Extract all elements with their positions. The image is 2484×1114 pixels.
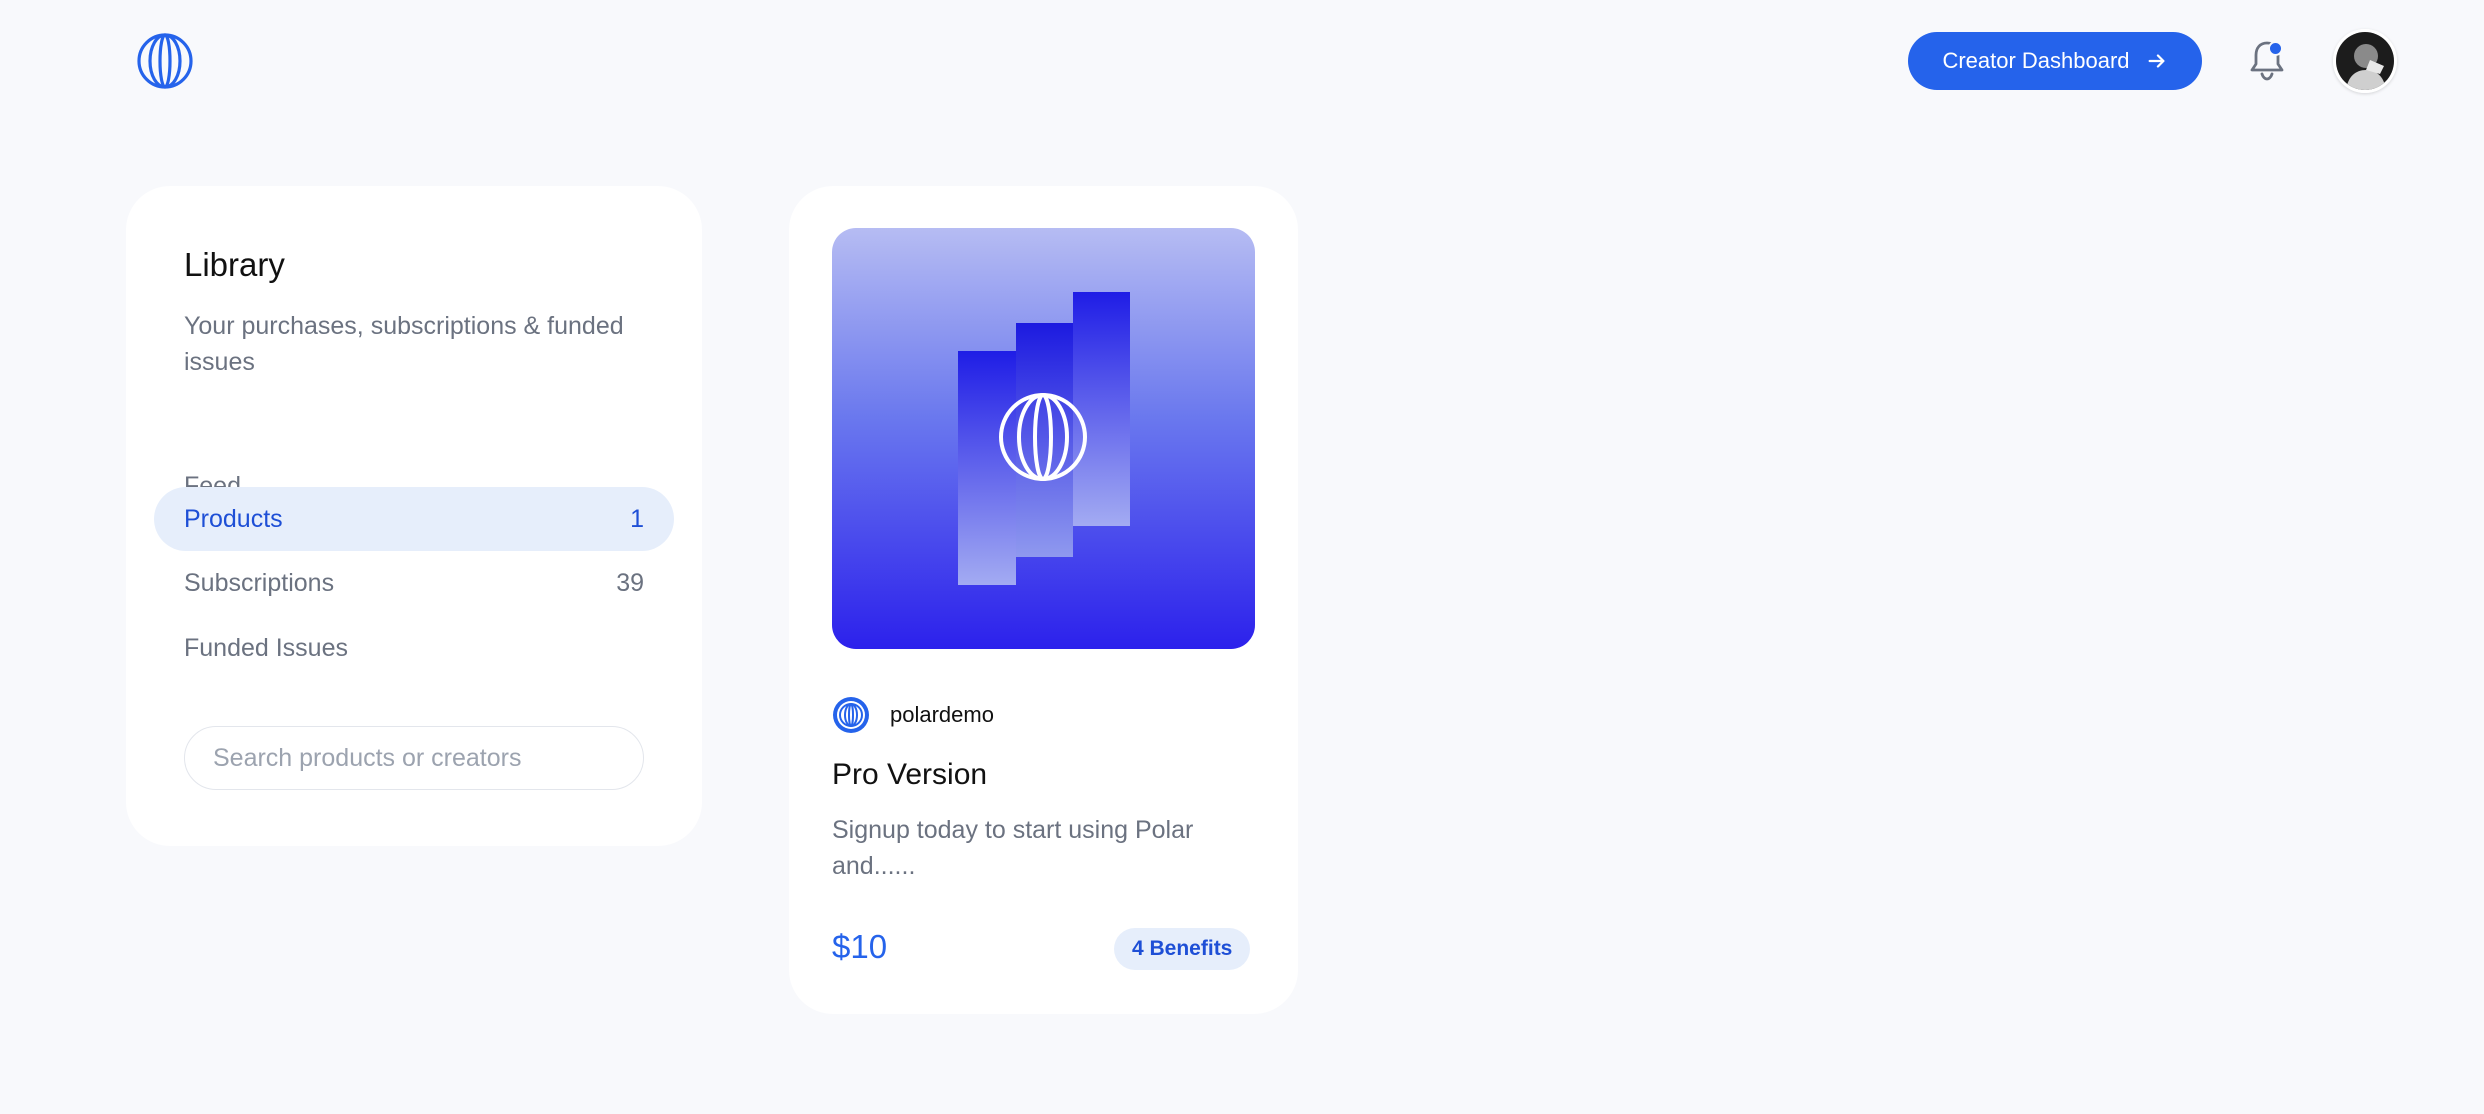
product-title: Pro Version bbox=[832, 758, 988, 791]
cover-art bbox=[958, 292, 1130, 585]
library-title: Library bbox=[184, 246, 285, 283]
nav-item-count: 39 bbox=[616, 568, 644, 597]
library-subtitle: Your purchases, subscriptions & funded i… bbox=[184, 312, 624, 376]
nav-item-label: Products bbox=[184, 504, 283, 533]
product-card[interactable]: polardemo Pro Version Signup today to st… bbox=[789, 186, 1298, 1014]
nav-item-funded-issues[interactable]: Funded Issues bbox=[154, 616, 674, 680]
product-cover-image bbox=[832, 228, 1255, 649]
creator-dashboard-label: Creator Dashboard bbox=[1942, 48, 2130, 73]
polar-logo-icon[interactable] bbox=[135, 31, 195, 91]
nav-item-label: Funded Issues bbox=[184, 633, 348, 662]
search-input[interactable] bbox=[184, 726, 644, 790]
user-avatar[interactable] bbox=[2333, 29, 2397, 93]
library-sidebar: Library Your purchases, subscriptions & … bbox=[126, 186, 702, 846]
creator-dashboard-button[interactable]: Creator Dashboard bbox=[1908, 32, 2202, 90]
product-price: $10 bbox=[832, 928, 888, 965]
nav-item-subscriptions[interactable]: Subscriptions 39 bbox=[154, 551, 674, 615]
org-name: polardemo bbox=[890, 702, 994, 727]
notification-dot bbox=[2268, 41, 2283, 56]
benefits-badge: 4 Benefits bbox=[1114, 928, 1251, 970]
product-org[interactable]: polardemo bbox=[832, 696, 994, 734]
nav-item-count: 1 bbox=[630, 504, 644, 533]
nav-item-products[interactable]: Products 1 bbox=[154, 487, 674, 551]
avatar-image bbox=[2336, 32, 2394, 90]
nav-item-label: Subscriptions bbox=[184, 568, 335, 597]
product-description: Signup today to start using Polar and...… bbox=[832, 816, 1194, 880]
arrow-right-icon bbox=[2148, 54, 2165, 68]
polar-logo-icon bbox=[833, 697, 869, 733]
